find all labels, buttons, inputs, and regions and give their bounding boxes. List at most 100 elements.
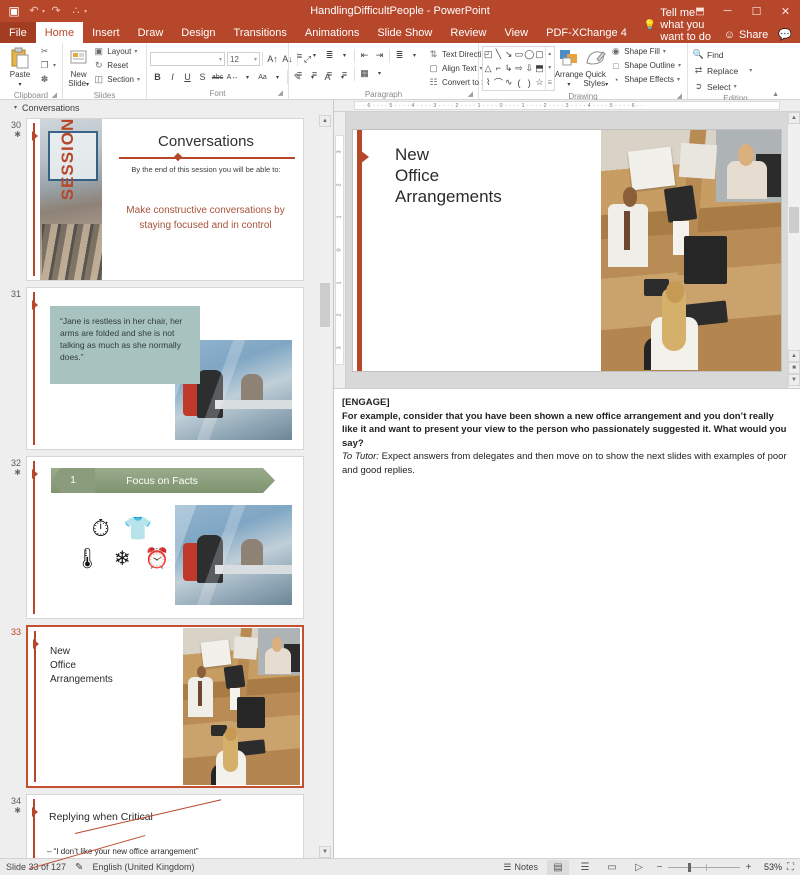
- shape-star-icon[interactable]: ☆: [536, 77, 544, 88]
- zoom-slider-handle[interactable]: [688, 862, 691, 872]
- shapes-scroll-down-icon[interactable]: ▼: [546, 61, 554, 75]
- shapes-more-icon[interactable]: ☰: [546, 76, 554, 90]
- shape-rectangle-icon[interactable]: ▭: [515, 49, 524, 60]
- previous-slide-icon[interactable]: ▲: [788, 350, 800, 362]
- align-right-icon[interactable]: ≡: [322, 66, 337, 81]
- zoom-control[interactable]: − +: [655, 862, 753, 873]
- shape-outline-button[interactable]: □ Shape Outline ▾: [609, 59, 684, 72]
- shadow-icon[interactable]: S: [195, 70, 210, 85]
- ribbon-display-options-icon[interactable]: ⬒: [687, 0, 713, 22]
- layout-button[interactable]: ▣ Layout ▾: [92, 45, 143, 58]
- tab-insert[interactable]: Insert: [83, 22, 129, 43]
- arrange-button[interactable]: Arrange ▾: [555, 45, 583, 90]
- thumbnail-slide-31[interactable]: 31 “Jane is restless in her chair, her a…: [0, 284, 333, 453]
- shape-down-arrow-icon[interactable]: ⇩: [525, 63, 533, 74]
- shape-left-brace-icon[interactable]: (: [517, 78, 520, 88]
- slide-canvas[interactable]: New Office Arrangements: [353, 129, 781, 371]
- numbering-dropdown-icon[interactable]: ▾: [337, 48, 352, 63]
- select-button[interactable]: ➲ Select ▾: [692, 80, 755, 93]
- tab-home[interactable]: Home: [35, 22, 84, 43]
- tab-slide-show[interactable]: Slide Show: [368, 22, 441, 43]
- cut-button[interactable]: ✂: [38, 45, 59, 58]
- section-button[interactable]: ◫ Section ▾: [92, 73, 143, 86]
- columns-dropdown-icon[interactable]: ▾: [372, 66, 387, 81]
- character-spacing-dropdown-icon[interactable]: ▾: [240, 70, 255, 85]
- zoom-in-button[interactable]: +: [744, 862, 753, 873]
- bullets-icon[interactable]: ≡: [292, 48, 307, 63]
- shape-rounded-rect-icon[interactable]: ▢: [535, 49, 544, 60]
- thumbnail-slide-32[interactable]: 32 ✱ 1 Focus on Facts ⏱ 👕 🌡 ❄ ⏰: [0, 453, 333, 622]
- normal-view-button[interactable]: ▤: [547, 859, 569, 875]
- scroll-up-icon[interactable]: ▲: [319, 115, 331, 127]
- align-center-icon[interactable]: ≡: [307, 66, 322, 81]
- tab-review[interactable]: Review: [441, 22, 495, 43]
- numbering-icon[interactable]: ≣: [322, 48, 337, 63]
- zoom-out-button[interactable]: −: [655, 862, 664, 873]
- thumbnail-slide-33[interactable]: 33 New Office Arrangements: [0, 622, 333, 791]
- shape-arc-icon[interactable]: ⌒: [494, 76, 503, 89]
- section-collapse-icon[interactable]: ▾: [14, 104, 17, 111]
- scroll-menu-icon[interactable]: ■: [788, 362, 800, 374]
- close-icon[interactable]: ✕: [771, 0, 800, 22]
- quick-styles-button[interactable]: Quick Styles▾: [583, 45, 608, 90]
- undo-icon[interactable]: ↶: [25, 2, 43, 20]
- tab-file[interactable]: File: [0, 22, 36, 43]
- slide-scrollbar[interactable]: ▲ ▲ ■ ▼: [788, 112, 800, 388]
- customize-qat-icon[interactable]: ▾: [84, 8, 87, 15]
- shape-right-arrow-icon[interactable]: ⇨: [515, 63, 523, 74]
- thumbnail-canvas-32[interactable]: 1 Focus on Facts ⏱ 👕 🌡 ❄ ⏰: [26, 456, 304, 619]
- underline-icon[interactable]: U: [180, 70, 195, 85]
- scrollbar-thumb[interactable]: [789, 207, 799, 233]
- shape-freeform-icon[interactable]: ⌇: [486, 77, 490, 88]
- scrollbar-thumb[interactable]: [320, 283, 330, 327]
- copy-button[interactable]: ❐ ▾: [38, 59, 59, 72]
- tab-draw[interactable]: Draw: [129, 22, 173, 43]
- tab-animations[interactable]: Animations: [296, 22, 368, 43]
- paragraph-dialog-launcher[interactable]: ◢: [468, 89, 473, 100]
- thumbnail-canvas-30[interactable]: SESSION Conversations By the end of this…: [26, 118, 304, 281]
- spellcheck-icon[interactable]: ✎: [75, 862, 83, 873]
- change-case-icon[interactable]: Aa: [255, 70, 270, 85]
- decrease-indent-icon[interactable]: ⇤: [357, 48, 372, 63]
- reading-view-button[interactable]: ▭: [601, 860, 623, 875]
- thumbnail-slide-34[interactable]: 34 ✱ Replying when Critical – “I don’t l…: [0, 791, 333, 858]
- line-spacing-icon[interactable]: ≣: [392, 48, 407, 63]
- shape-callout-icon[interactable]: ⬒: [535, 63, 544, 74]
- zoom-level[interactable]: 53%: [758, 862, 782, 872]
- slide-show-view-button[interactable]: ▷: [628, 860, 650, 875]
- tab-transitions[interactable]: Transitions: [225, 22, 296, 43]
- shapes-scroll-up-icon[interactable]: ▲: [546, 47, 554, 61]
- find-button[interactable]: 🔍 Find: [692, 48, 755, 61]
- new-slide-button[interactable]: New Slide▾: [66, 45, 91, 90]
- language-indicator[interactable]: English (United Kingdom): [92, 862, 194, 872]
- office-cubicles-photo[interactable]: [601, 129, 781, 371]
- scroll-down-icon[interactable]: ▼: [319, 846, 331, 858]
- strikethrough-icon[interactable]: abc: [210, 70, 225, 85]
- maximize-icon[interactable]: ☐: [742, 0, 771, 22]
- share-button[interactable]: ☺ Share: [724, 29, 769, 41]
- grow-font-icon[interactable]: A↑: [265, 52, 280, 67]
- shape-effects-button[interactable]: ◔ Shape Effects ▾: [609, 73, 684, 86]
- shapes-gallery[interactable]: ◰ ╲ ↘ ▭ ◯ ▢ △ ⌐ ↳ ⇨ ⇩ ⬒ ⌇ ⌒ ∿ ( ) ☆ ▲ ▼ …: [482, 46, 555, 91]
- reset-button[interactable]: ↻ Reset: [92, 59, 143, 72]
- italic-icon[interactable]: I: [165, 70, 180, 85]
- horizontal-ruler[interactable]: · · 6 · · · · 5 · · · · 4 · · · · 3 · · …: [334, 100, 800, 112]
- next-slide-icon[interactable]: ▼: [788, 374, 800, 386]
- tab-pdf-xchange[interactable]: PDF-XChange 4: [537, 22, 636, 43]
- shape-arrow-icon[interactable]: ↘: [505, 49, 513, 60]
- thumbnail-canvas-33[interactable]: New Office Arrangements: [26, 625, 304, 788]
- shape-elbow-arrow-icon[interactable]: ↳: [505, 63, 513, 74]
- undo-dropdown-icon[interactable]: ▾: [42, 8, 45, 15]
- thumbnail-canvas-31[interactable]: “Jane is restless in her chair, her arms…: [26, 287, 304, 450]
- save-icon[interactable]: ▣: [5, 2, 23, 20]
- fit-slide-icon[interactable]: ⛶: [787, 862, 794, 873]
- slide-title-textbox[interactable]: New Office Arrangements: [395, 144, 502, 207]
- increase-indent-icon[interactable]: ⇥: [372, 48, 387, 63]
- slide-sorter-view-button[interactable]: ☰: [574, 860, 596, 875]
- shape-right-brace-icon[interactable]: ): [528, 78, 531, 88]
- vertical-ruler[interactable]: 3 2 1 0 1 2 3: [334, 112, 346, 388]
- replace-button[interactable]: ⇄ Replace ▾: [692, 64, 755, 77]
- minimize-icon[interactable]: ─: [713, 0, 742, 22]
- thumbnail-slide-30[interactable]: 30 ✱ SESSION Conversations By the end of…: [0, 115, 333, 284]
- font-name-input[interactable]: ▾: [150, 52, 225, 66]
